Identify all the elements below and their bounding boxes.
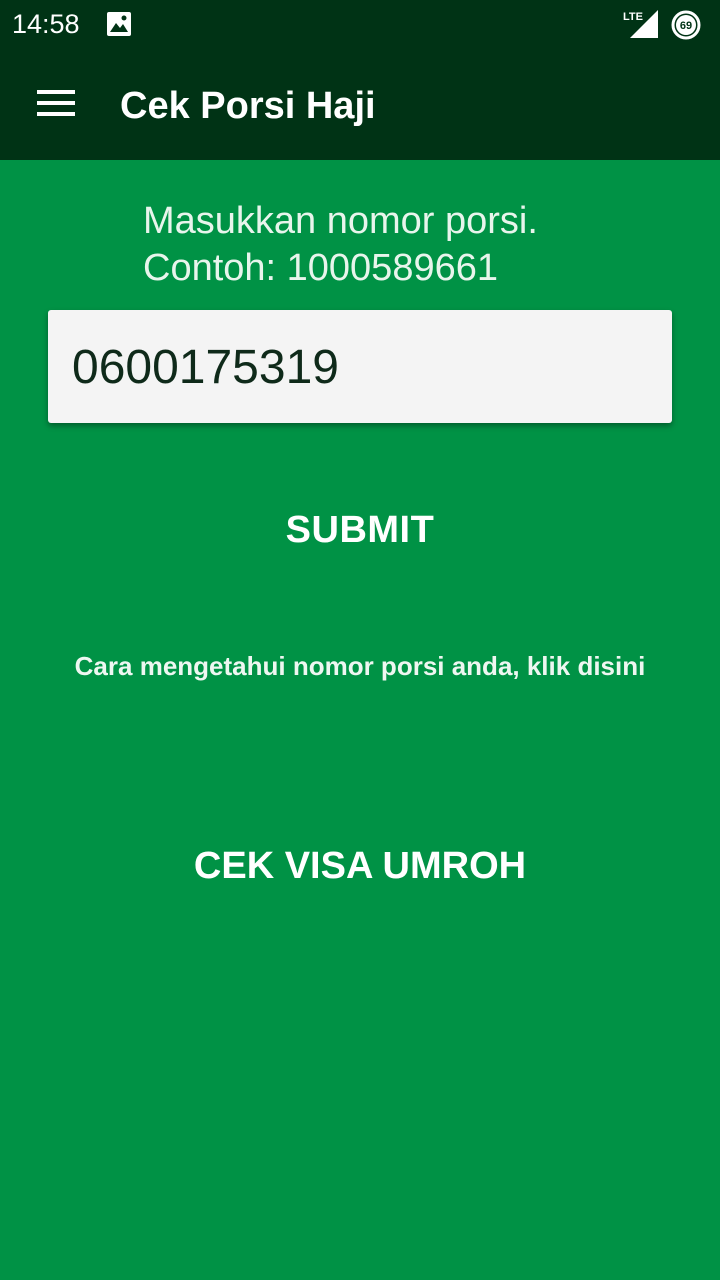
battery-icon: 69 xyxy=(671,10,701,40)
image-notification-icon xyxy=(107,12,131,36)
instruction-line-1: Masukkan nomor porsi. xyxy=(143,200,538,242)
submit-button[interactable]: SUBMIT xyxy=(210,490,510,570)
lte-signal-icon: LTE xyxy=(623,10,658,38)
help-link[interactable]: Cara mengetahui nomor porsi anda, klik d… xyxy=(0,648,720,684)
porsi-input-card xyxy=(48,310,672,423)
porsi-number-input[interactable] xyxy=(72,332,652,402)
cek-visa-umroh-button[interactable]: CEK VISA UMROH xyxy=(140,826,580,906)
app-title: Cek Porsi Haji xyxy=(120,85,376,127)
network-label: LTE xyxy=(623,11,643,23)
instruction-text: Masukkan nomor porsi. Contoh: 1000589661 xyxy=(143,198,538,292)
status-bar: 14:58 LTE 69 xyxy=(0,0,720,48)
hamburger-menu-icon[interactable] xyxy=(37,88,75,118)
status-time: 14:58 xyxy=(12,9,80,39)
battery-level: 69 xyxy=(680,20,692,32)
instruction-line-2: Contoh: 1000589661 xyxy=(143,247,498,289)
app-bar: Cek Porsi Haji xyxy=(0,48,720,160)
